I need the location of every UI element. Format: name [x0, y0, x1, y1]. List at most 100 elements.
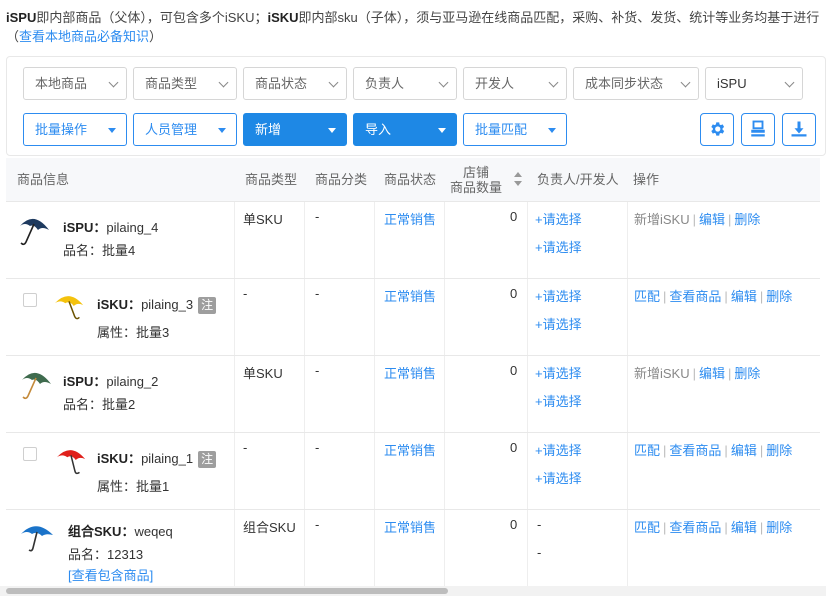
add-isku-link[interactable]: 新增iSKU: [634, 212, 690, 227]
cost-sync-select[interactable]: 成本同步状态: [573, 67, 699, 100]
col-info: 商品信息: [17, 172, 70, 187]
product-status[interactable]: 正常销售: [384, 440, 436, 459]
owner-select-link[interactable]: +请选择: [535, 286, 582, 305]
product-status[interactable]: 正常销售: [384, 286, 436, 305]
umbrella-icon: [21, 526, 53, 552]
umbrella-icon: [54, 296, 84, 320]
filter-panel: 本地商品 商品类型 商品状态 负责人 开发人 成本同步状态 iSPU 批量操作 …: [6, 56, 826, 156]
product-status[interactable]: 正常销售: [384, 209, 436, 228]
import-button[interactable]: 导入: [353, 113, 457, 146]
delete-link[interactable]: 删除: [766, 520, 792, 535]
delete-link[interactable]: 删除: [766, 289, 792, 304]
developer-value: -: [537, 545, 542, 560]
view-goods-link[interactable]: 查看商品: [669, 520, 721, 535]
sort-icon[interactable]: [513, 171, 523, 187]
col-owner: 负责人/开发人: [537, 172, 619, 187]
row-actions: 匹配 | 查看商品 | 编辑 | 删除: [634, 520, 793, 535]
col-store-count[interactable]: 店铺 商品数量: [446, 158, 506, 202]
product-category: -: [315, 440, 320, 455]
match-link[interactable]: 匹配: [634, 443, 660, 458]
row-checkbox[interactable]: [23, 293, 37, 307]
caret-down-icon: [438, 128, 446, 133]
horizontal-scrollbar-thumb[interactable]: [6, 588, 448, 594]
owner-select-link[interactable]: +请选择: [535, 209, 582, 228]
developer-select-link[interactable]: +请选择: [535, 391, 582, 410]
chevron-down-icon: [218, 77, 229, 88]
batch-match-button[interactable]: 批量匹配: [463, 113, 567, 146]
delete-link[interactable]: 删除: [734, 366, 760, 381]
knowledge-link[interactable]: 查看本地商品必备知识: [19, 29, 149, 44]
developer-select-link[interactable]: +请选择: [535, 237, 582, 256]
add-button[interactable]: 新增: [243, 113, 347, 146]
product-sub: 品名：12313: [68, 547, 144, 562]
product-category: -: [315, 363, 320, 378]
ispu-desc: 即内部商品（父体），可包含多个iSKU；: [36, 10, 268, 25]
product-status[interactable]: 正常销售: [384, 363, 436, 382]
note-tag[interactable]: 注: [198, 297, 217, 314]
batch-ops-button[interactable]: 批量操作: [23, 113, 127, 146]
isku-term: iSKU: [267, 10, 299, 25]
col-category: 商品分类: [315, 172, 368, 187]
row-actions: 匹配 | 查看商品 | 编辑 | 删除: [634, 289, 793, 304]
store-count: 0: [510, 209, 518, 224]
edit-link[interactable]: 编辑: [731, 443, 757, 458]
staff-button[interactable]: 人员管理: [133, 113, 237, 146]
note-tag[interactable]: 注: [198, 451, 217, 468]
settings-button[interactable]: [700, 113, 734, 146]
umbrella-icon: [56, 450, 86, 475]
delete-link[interactable]: 删除: [766, 443, 792, 458]
umbrella-icon: [22, 372, 51, 400]
product-sub: 品名：批量4: [63, 243, 136, 258]
product-sub: 属性：批量1: [97, 479, 170, 494]
owner-select-link[interactable]: +请选择: [535, 363, 582, 382]
umbrella-icon: [20, 218, 49, 246]
view-included-goods-link[interactable]: [查看包含商品]: [68, 565, 153, 584]
product-category: -: [315, 209, 320, 224]
view-goods-link[interactable]: 查看商品: [669, 443, 721, 458]
row-actions: 新增iSKU | 编辑 | 删除: [634, 212, 761, 227]
col-actions: 操作: [633, 172, 660, 187]
row-actions: 匹配 | 查看商品 | 编辑 | 删除: [634, 443, 793, 458]
developer-select[interactable]: 开发人: [463, 67, 567, 100]
product-name: iSKU：pilaing_3 注: [97, 294, 217, 314]
intro-text: iSPU即内部商品（父体），可包含多个iSKU；iSKU即内部sku（子体），须…: [6, 8, 822, 46]
product-type: 组合SKU: [243, 520, 296, 535]
match-link[interactable]: 匹配: [634, 289, 660, 304]
level-select[interactable]: iSPU: [705, 67, 803, 100]
print-icon: [751, 120, 765, 137]
owner-select[interactable]: 负责人: [353, 67, 457, 100]
row-checkbox[interactable]: [23, 447, 37, 461]
store-count: 0: [510, 286, 518, 301]
match-link[interactable]: 匹配: [634, 520, 660, 535]
product-name: iSPU：pilaing_2: [63, 374, 159, 389]
goods-type-select[interactable]: 商品类型: [133, 67, 237, 100]
product-type: 单SKU: [243, 212, 283, 227]
product-type: -: [243, 440, 248, 455]
print-button[interactable]: [741, 113, 775, 146]
store-count: 0: [510, 363, 518, 378]
owner-select-link[interactable]: +请选择: [535, 440, 582, 459]
goods-status-select[interactable]: 商品状态: [243, 67, 347, 100]
col-status: 商品状态: [384, 172, 437, 187]
edit-link[interactable]: 编辑: [699, 366, 725, 381]
chevron-down-icon: [328, 77, 339, 88]
chevron-down-icon: [548, 77, 559, 88]
product-status[interactable]: 正常销售: [384, 517, 436, 536]
download-button[interactable]: [782, 113, 816, 146]
edit-link[interactable]: 编辑: [731, 289, 757, 304]
table-header: 商品信息 商品类型 商品分类 商品状态 店铺 商品数量 负责人/开发人 操作: [6, 158, 820, 202]
product-type: 单SKU: [243, 366, 283, 381]
developer-select-link[interactable]: +请选择: [535, 314, 582, 333]
delete-link[interactable]: 删除: [734, 212, 760, 227]
edit-link[interactable]: 编辑: [731, 520, 757, 535]
row-actions: 新增iSKU | 编辑 | 删除: [634, 366, 761, 381]
local-goods-select[interactable]: 本地商品: [23, 67, 127, 100]
developer-select-link[interactable]: +请选择: [535, 468, 582, 487]
add-isku-link[interactable]: 新增iSKU: [634, 366, 690, 381]
caret-down-icon: [108, 128, 116, 133]
edit-link[interactable]: 编辑: [699, 212, 725, 227]
view-goods-link[interactable]: 查看商品: [669, 289, 721, 304]
product-category: -: [315, 286, 320, 301]
chevron-down-icon: [438, 77, 449, 88]
intro-tail: ）: [149, 29, 163, 44]
